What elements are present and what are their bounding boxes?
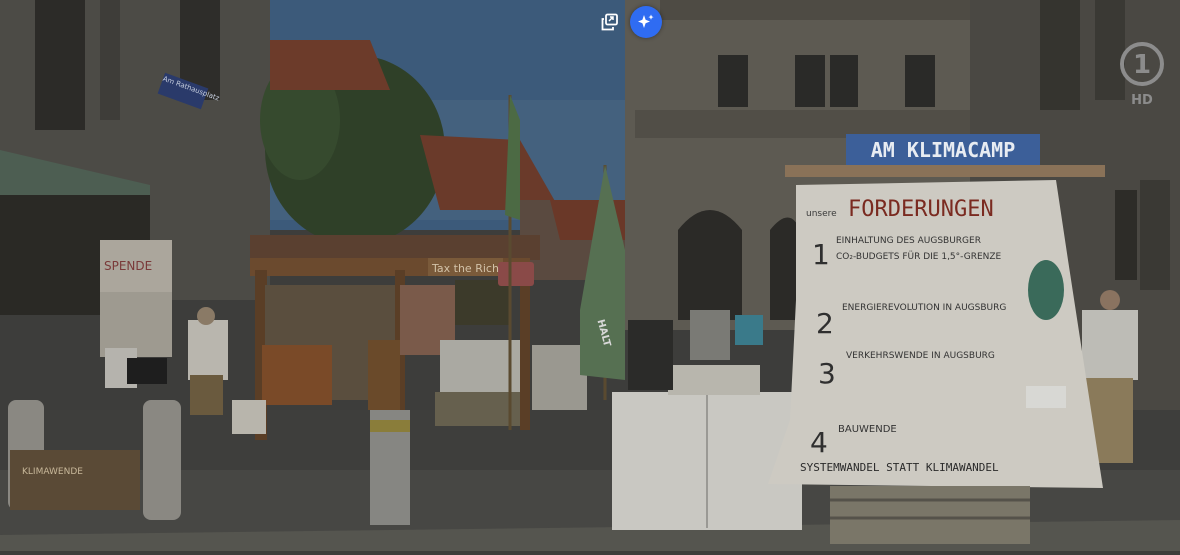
picture-in-picture-button[interactable] bbox=[594, 6, 626, 38]
svg-text:3: 3 bbox=[818, 357, 836, 390]
svg-text:VERKEHRSWENDE IN AUGSBURG: VERKEHRSWENDE IN AUGSBURG bbox=[846, 351, 995, 361]
klimawende-box bbox=[10, 450, 140, 510]
banner-sign-text: AM KLIMACAMP bbox=[871, 138, 1016, 162]
red-roof-building bbox=[270, 40, 390, 90]
svg-text:4: 4 bbox=[810, 426, 828, 459]
svg-text:EINHALTUNG DES AUGSBURGER: EINHALTUNG DES AUGSBURGER bbox=[836, 236, 981, 246]
ai-assist-button[interactable] bbox=[630, 6, 662, 38]
klimacamp-scene: AM KLIMACAMP unsere FORDERUNGEN 1 EINHAL… bbox=[0, 0, 1180, 551]
svg-text:BAUWENDE: BAUWENDE bbox=[838, 424, 897, 435]
svg-text:Tax the Rich: Tax the Rich bbox=[431, 262, 499, 275]
broadcaster-logo: 1 HD bbox=[1118, 40, 1166, 108]
person bbox=[188, 320, 228, 380]
poster-footer: SYSTEMWANDEL STATT KLIMAWANDEL bbox=[800, 461, 999, 474]
svg-text:2: 2 bbox=[816, 307, 834, 340]
picture-in-picture-icon bbox=[601, 13, 618, 31]
pallet bbox=[830, 486, 1030, 544]
poster-heading: FORDERUNGEN bbox=[848, 197, 994, 222]
person bbox=[1082, 310, 1138, 380]
camp-roof bbox=[250, 235, 540, 260]
person bbox=[735, 315, 763, 345]
svg-text:KLIMAWENDE: KLIMAWENDE bbox=[22, 467, 83, 477]
svg-text:1: 1 bbox=[812, 238, 830, 271]
white-sacks bbox=[440, 340, 520, 400]
svg-text:ENERGIEREVOLUTION IN AUGSBURG: ENERGIEREVOLUTION IN AUGSBURG bbox=[842, 303, 1006, 313]
sparkle-icon bbox=[638, 14, 654, 28]
hd-label: HD bbox=[1131, 93, 1153, 108]
video-frame: AM KLIMACAMP unsere FORDERUNGEN 1 EINHAL… bbox=[0, 0, 1180, 551]
broadcaster-mark: 1 bbox=[1133, 50, 1151, 80]
svg-text:SPENDE: SPENDE bbox=[104, 259, 152, 273]
svg-text:unsere: unsere bbox=[806, 209, 837, 219]
svg-text:CO₂-BUDGETS FÜR DIE 1,5°-GRENZ: CO₂-BUDGETS FÜR DIE 1,5°-GRENZE bbox=[836, 251, 1002, 262]
